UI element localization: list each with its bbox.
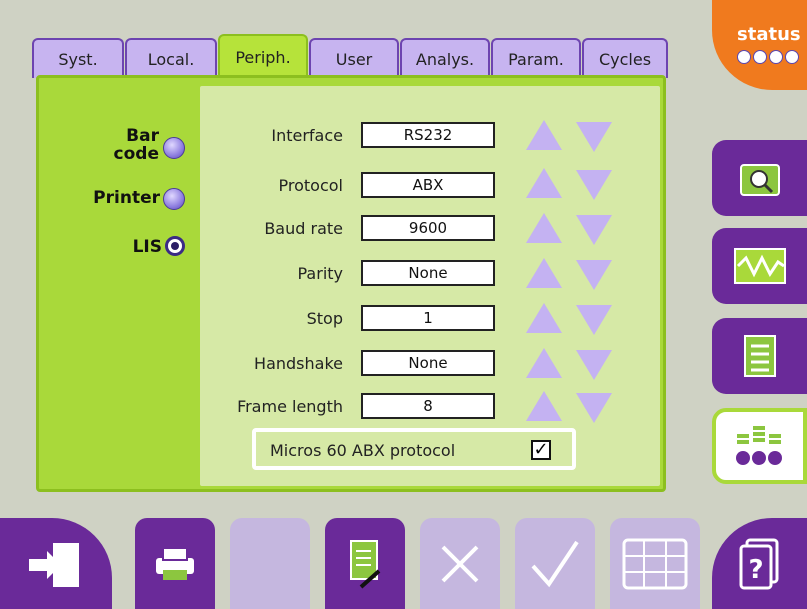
protocol-checkbox-row[interactable]: Micros 60 ABX protocol ✓ [252, 428, 576, 470]
handshake-down-arrow-icon[interactable] [576, 350, 612, 380]
parity-up-arrow-icon[interactable] [526, 258, 562, 288]
printer-radio[interactable] [163, 188, 185, 210]
interface-down-arrow-icon[interactable] [576, 122, 612, 152]
settings-button[interactable] [712, 408, 807, 484]
handshake-field[interactable]: None [361, 350, 495, 376]
list-button[interactable] [712, 318, 807, 394]
tab-param[interactable]: Param. [491, 38, 581, 78]
curves-button[interactable] [712, 228, 807, 304]
stop-field[interactable]: 1 [361, 305, 495, 331]
status-dot [753, 50, 767, 64]
bottom-toolbar [0, 518, 807, 609]
checkbox[interactable]: ✓ [531, 440, 551, 460]
validate-icon [531, 540, 579, 587]
empty-button [230, 518, 310, 609]
parity-field[interactable]: None [361, 260, 495, 286]
document-edit-icon [350, 539, 381, 588]
baud-rate-field[interactable]: 9600 [361, 215, 495, 241]
tab-cycles[interactable]: Cycles [582, 38, 668, 78]
cancel-button [420, 518, 500, 609]
status-dots [737, 50, 799, 64]
exit-button[interactable] [0, 518, 112, 609]
stop-label: Stop [306, 309, 343, 328]
print-button[interactable] [135, 518, 215, 609]
tab-local[interactable]: Local. [125, 38, 217, 78]
tab-user[interactable]: User [309, 38, 399, 78]
protocol-up-arrow-icon[interactable] [526, 168, 562, 198]
keyboard-button [610, 518, 700, 609]
baud-rate-label: Baud rate [264, 219, 343, 238]
handshake-up-arrow-icon[interactable] [526, 348, 562, 378]
printer-label: Printer [93, 188, 160, 208]
folder-search-icon [739, 164, 780, 196]
status-dot [737, 50, 751, 64]
frame-length-label: Frame length [237, 397, 343, 416]
interface-up-arrow-icon[interactable] [526, 120, 562, 150]
checkbox-label: Micros 60 ABX protocol [270, 441, 456, 460]
settings-bars-icon [735, 426, 782, 465]
bar-code-label: Bar code [113, 126, 159, 164]
lis-radio[interactable] [165, 236, 185, 256]
handshake-label: Handshake [254, 354, 343, 373]
protocol-down-arrow-icon[interactable] [576, 170, 612, 200]
status-dot [769, 50, 783, 64]
stop-down-arrow-icon[interactable] [576, 305, 612, 335]
tab-analys[interactable]: Analys. [400, 38, 490, 78]
interface-label: Interface [271, 126, 343, 145]
exit-icon [29, 542, 79, 587]
help-icon: ? [739, 538, 778, 589]
protocol-field[interactable]: ABX [361, 172, 495, 198]
folder-search-button[interactable] [712, 140, 807, 216]
bar-code-radio[interactable] [163, 137, 185, 159]
tab-syst[interactable]: Syst. [32, 38, 124, 78]
printer-icon [156, 546, 194, 580]
status-dot [785, 50, 799, 64]
parity-label: Parity [297, 264, 344, 283]
stop-up-arrow-icon[interactable] [526, 303, 562, 333]
status-label: status [737, 24, 801, 45]
interface-field[interactable]: RS232 [361, 122, 495, 148]
tab-periph[interactable]: Periph. [218, 34, 308, 78]
edit-button[interactable] [325, 518, 405, 609]
cancel-icon [441, 545, 479, 582]
validate-button [515, 518, 595, 609]
protocol-label: Protocol [278, 176, 343, 195]
keyboard-icon [622, 538, 688, 589]
tab-bar: Syst. Local. Periph. User Analys. Param.… [32, 34, 668, 78]
lis-label: LIS [132, 237, 162, 257]
baud-rate-up-arrow-icon[interactable] [526, 213, 562, 243]
baud-rate-down-arrow-icon[interactable] [576, 215, 612, 245]
frame-length-up-arrow-icon[interactable] [526, 391, 562, 421]
frame-length-down-arrow-icon[interactable] [576, 393, 612, 423]
parity-down-arrow-icon[interactable] [576, 260, 612, 290]
svg-text:?: ? [748, 555, 763, 585]
list-icon [743, 335, 776, 377]
status-badge[interactable]: status [712, 0, 807, 90]
waveform-icon [733, 248, 786, 284]
frame-length-field[interactable]: 8 [361, 393, 495, 419]
